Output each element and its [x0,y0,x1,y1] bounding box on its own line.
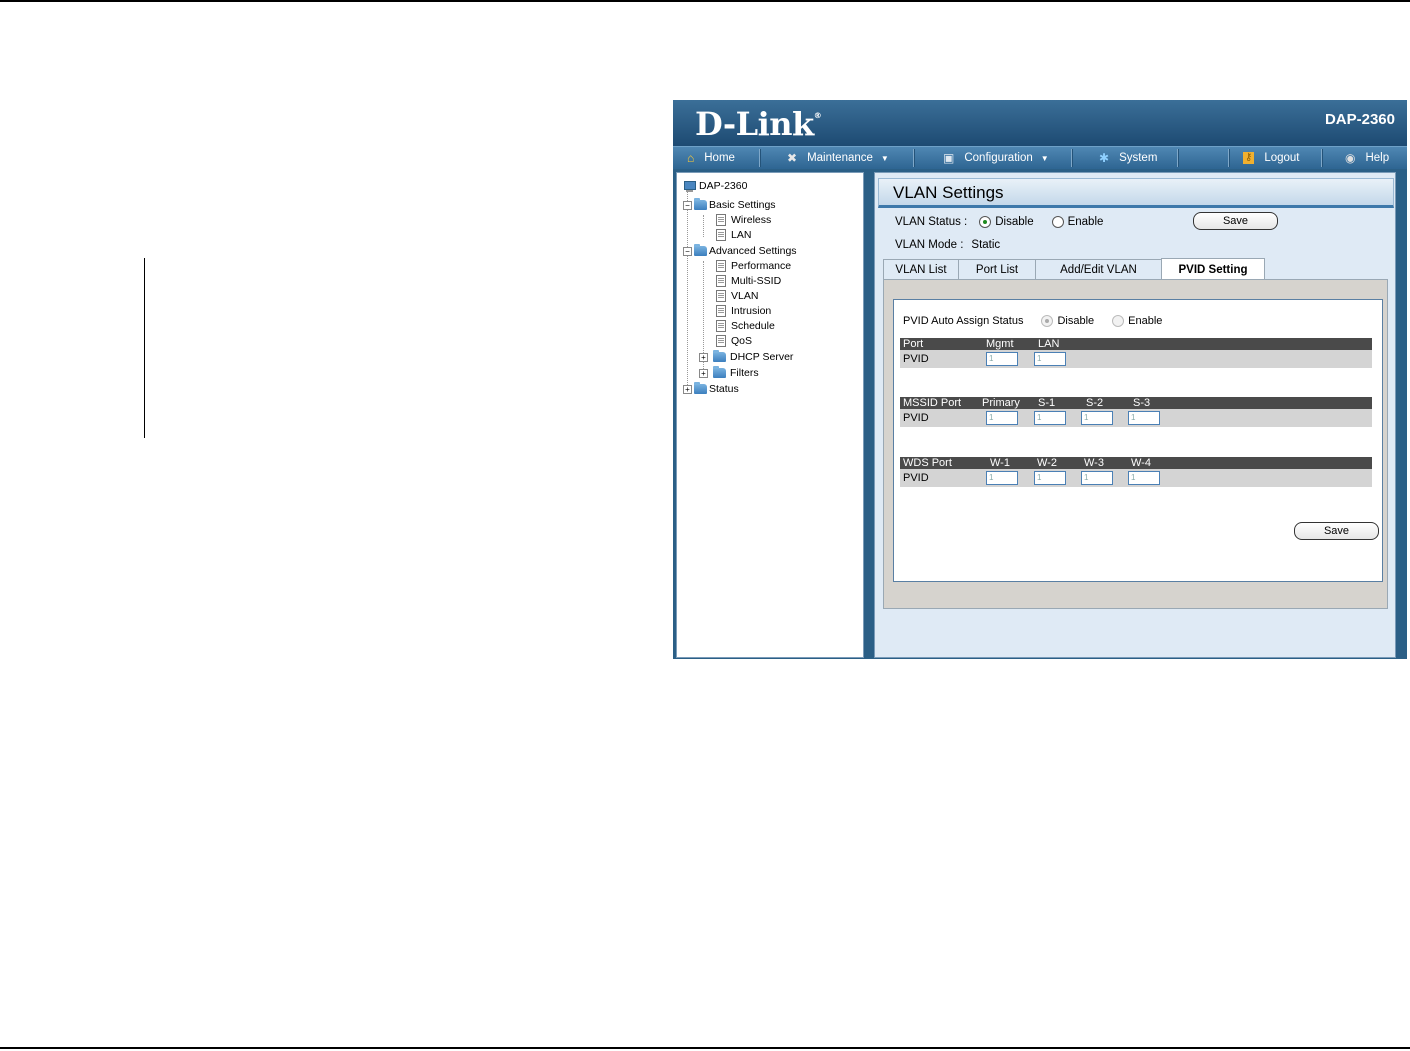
expand-icon[interactable]: + [683,384,692,394]
menu-help[interactable]: ◉ Help [1345,147,1389,169]
pvid-setting-panel: PVID Auto Assign Status Disable Enable P… [893,299,1383,582]
table-row: PVID 1 1 1 1 [900,469,1372,487]
tab-add-edit-vlan[interactable]: Add/Edit VLAN [1035,259,1162,279]
system-icon: ✱ [1099,151,1110,165]
folder-icon [713,350,726,362]
port-pvid-table: Port Mgmt LAN PVID 1 1 [900,338,1372,368]
vlan-status-label: VLAN Status : [895,216,968,228]
pvid-s3-input[interactable]: 1 [1128,411,1160,425]
table-row: PVID 1 1 [900,350,1372,368]
pvid-s1-input[interactable]: 1 [1034,411,1066,425]
tools-icon: ✖ [787,151,798,165]
pvid-lan-input[interactable]: 1 [1034,352,1066,366]
page-icon [716,229,726,241]
tree-advanced-settings[interactable]: − Advanced Settings [683,244,797,258]
page-icon [716,290,726,302]
mssid-pvid-table: MSSID Port Primary S-1 S-2 S-3 PVID 1 1 … [900,397,1372,427]
chevron-down-icon: ▼ [880,153,889,163]
page-title: VLAN Settings [893,183,1004,202]
table-row: PVID 1 1 1 1 [900,409,1372,427]
tree-item-wireless[interactable]: Wireless [716,213,771,227]
pvid-w4-input[interactable]: 1 [1128,471,1160,485]
pvid-auto-enable-radio[interactable] [1112,315,1125,327]
menu-home[interactable]: ⌂ Home [687,147,735,169]
table-header: Port Mgmt LAN [900,338,1372,350]
tree-basic-settings[interactable]: − Basic Settings [683,198,776,212]
computer-icon [683,180,696,192]
margin-line [144,258,145,438]
page-icon [716,275,726,287]
vlan-mode-row: VLAN Mode : Static [895,239,1001,251]
navigation-tree: DAP-2360 − Basic Settings Wireless LAN −… [676,172,864,658]
expand-icon[interactable]: + [699,352,708,362]
save-disk-icon: ▣ [943,151,955,165]
page-title-bar: VLAN Settings [878,178,1394,208]
collapse-icon[interactable]: − [683,200,692,210]
page-bottom-rule [0,1047,1410,1049]
dlink-logo: D-Link® [695,105,822,143]
page-icon [716,320,726,332]
tree-item-qos[interactable]: QoS [716,334,752,348]
banner: D-Link® DAP-2360 [673,100,1407,146]
page-icon [716,260,726,272]
save-button-pvid[interactable]: Save [1294,522,1379,540]
vlan-status-disable-radio[interactable] [979,216,992,228]
expand-icon[interactable]: + [699,368,708,378]
tab-port-list[interactable]: Port List [958,259,1036,279]
menu-system[interactable]: ✱ System [1099,147,1157,169]
tree-item-vlan[interactable]: VLAN [716,289,758,303]
tree-item-schedule[interactable]: Schedule [716,319,775,333]
tree-item-multi-ssid[interactable]: Multi-SSID [716,274,781,288]
save-button-top[interactable]: Save [1193,212,1278,230]
folder-icon [694,198,707,210]
menu-maintenance[interactable]: ✖ Maintenance ▼ [787,147,889,169]
tree-status[interactable]: + Status [683,382,739,396]
menu-bar: ⌂ Home ✖ Maintenance ▼ ▣ Configuration ▼… [673,146,1407,169]
page-icon [716,214,726,226]
content-panel: VLAN Settings VLAN Status : Disable Enab… [874,172,1396,658]
folder-icon [694,382,707,394]
tree-item-lan[interactable]: LAN [716,228,751,242]
table-header: MSSID Port Primary S-1 S-2 S-3 [900,397,1372,409]
folder-icon [694,244,707,256]
dlink-web-ui: D-Link® DAP-2360 ⌂ Home ✖ Maintenance ▼ … [673,100,1407,659]
pvid-s2-input[interactable]: 1 [1081,411,1113,425]
pvid-auto-disable-radio[interactable] [1041,315,1054,327]
page-icon [716,305,726,317]
tree-item-intrusion[interactable]: Intrusion [716,304,771,318]
pvid-auto-assign-label: PVID Auto Assign Status [903,315,1024,327]
vlan-mode-value: Static [971,239,1001,251]
page-top-rule [0,0,1410,2]
key-icon: ⚷ [1243,152,1255,164]
table-header: WDS Port W-1 W-2 W-3 W-4 [900,457,1372,469]
pvid-w2-input[interactable]: 1 [1034,471,1066,485]
chevron-down-icon: ▼ [1040,153,1049,163]
pvid-w3-input[interactable]: 1 [1081,471,1113,485]
wds-pvid-table: WDS Port W-1 W-2 W-3 W-4 PVID 1 1 1 1 [900,457,1372,487]
pvid-auto-assign-row: PVID Auto Assign Status Disable Enable [903,315,1163,327]
pvid-mgmt-input[interactable]: 1 [986,352,1018,366]
page-icon [716,335,726,347]
menu-logout[interactable]: ⚷ Logout [1243,147,1300,169]
tab-pvid-setting[interactable]: PVID Setting [1161,258,1265,280]
folder-icon [713,366,726,378]
tree-root-device[interactable]: DAP-2360 [683,179,747,193]
tree-item-performance[interactable]: Performance [716,259,791,273]
tab-body: PVID Auto Assign Status Disable Enable P… [883,279,1388,609]
tree-folder-dhcp-server[interactable]: + DHCP Server [699,350,793,364]
model-name: DAP-2360 [1324,111,1395,128]
pvid-w1-input[interactable]: 1 [986,471,1018,485]
vlan-status-enable-radio[interactable] [1051,216,1064,228]
vlan-status-row: VLAN Status : Disable Enable [895,216,1104,228]
collapse-icon[interactable]: − [683,246,692,256]
tab-vlan-list[interactable]: VLAN List [883,259,959,279]
home-icon: ⌂ [687,151,695,165]
pvid-primary-input[interactable]: 1 [986,411,1018,425]
menu-configuration[interactable]: ▣ Configuration ▼ [943,147,1049,169]
help-icon: ◉ [1345,151,1356,165]
tree-folder-filters[interactable]: + Filters [699,366,759,380]
